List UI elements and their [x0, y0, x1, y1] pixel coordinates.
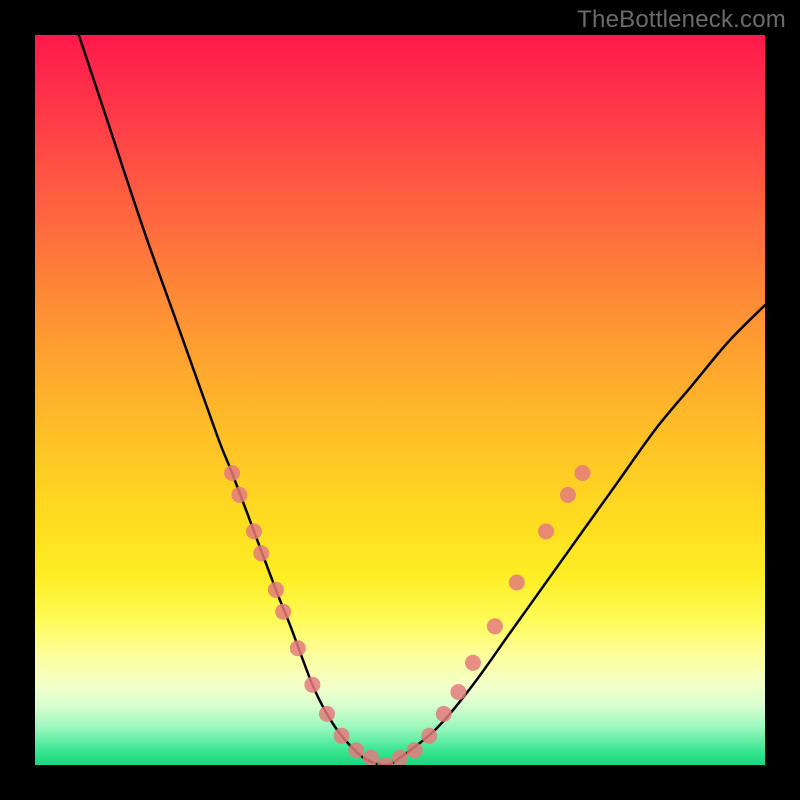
chart-svg — [35, 35, 765, 765]
data-marker — [392, 750, 408, 765]
plot-area — [35, 35, 765, 765]
data-marker — [487, 618, 503, 634]
data-marker — [319, 706, 335, 722]
bottleneck-curve — [79, 35, 765, 765]
data-marker — [224, 465, 240, 481]
marker-group — [224, 465, 590, 765]
data-marker — [231, 487, 247, 503]
data-marker — [304, 677, 320, 693]
data-marker — [290, 640, 306, 656]
data-marker — [450, 684, 466, 700]
data-marker — [465, 655, 481, 671]
data-marker — [436, 706, 452, 722]
chart-frame: TheBottleneck.com — [0, 0, 800, 800]
data-marker — [560, 487, 576, 503]
data-marker — [575, 465, 591, 481]
data-marker — [538, 523, 554, 539]
data-marker — [421, 728, 437, 744]
data-marker — [253, 545, 269, 561]
data-marker — [509, 575, 525, 591]
data-marker — [268, 582, 284, 598]
curve-group — [79, 35, 765, 765]
data-marker — [334, 728, 350, 744]
data-marker — [377, 757, 393, 765]
data-marker — [246, 523, 262, 539]
data-marker — [407, 742, 423, 758]
watermark-text: TheBottleneck.com — [577, 6, 786, 34]
data-marker — [363, 750, 379, 765]
data-marker — [275, 604, 291, 620]
data-marker — [348, 742, 364, 758]
